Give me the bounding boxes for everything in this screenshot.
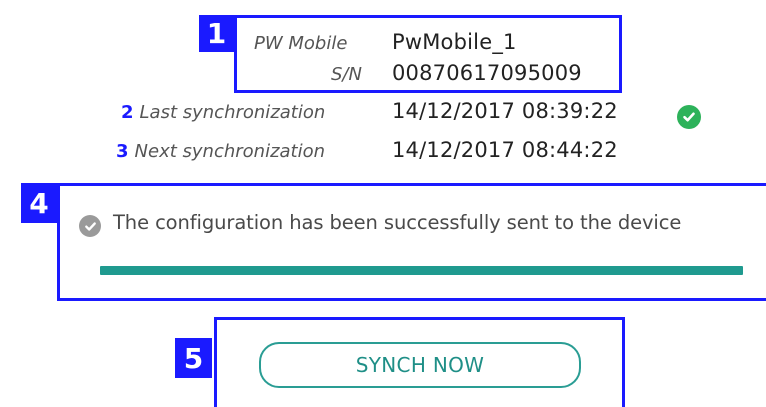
check-circle-icon [79,215,101,237]
model-value: PwMobile_1 [392,30,517,54]
check-circle-icon [677,105,701,129]
callout-number-4: 4 [21,183,57,223]
next-sync-label-text: Next synchronization [134,141,326,162]
next-sync-value: 14/12/2017 08:44:22 [392,138,618,162]
model-label: PW Mobile [254,33,348,54]
callout-number-1: 1 [199,15,234,52]
last-sync-label: 2 Last synchronization [121,102,325,123]
notification-callout-box [57,183,766,301]
serial-label: S/N [331,64,362,85]
serial-value: 00870617095009 [392,61,582,85]
last-sync-label-text: Last synchronization [139,102,326,123]
synch-now-button[interactable]: SYNCH NOW [259,342,581,388]
progress-bar [100,266,743,275]
next-sync-label: 3 Next synchronization [116,141,325,162]
notification-message: The configuration has been successfully … [113,211,682,234]
callout-number-5: 5 [175,338,212,378]
callout-number-3: 3 [116,141,129,162]
callout-number-2: 2 [121,102,134,123]
last-sync-value: 14/12/2017 08:39:22 [392,99,618,123]
